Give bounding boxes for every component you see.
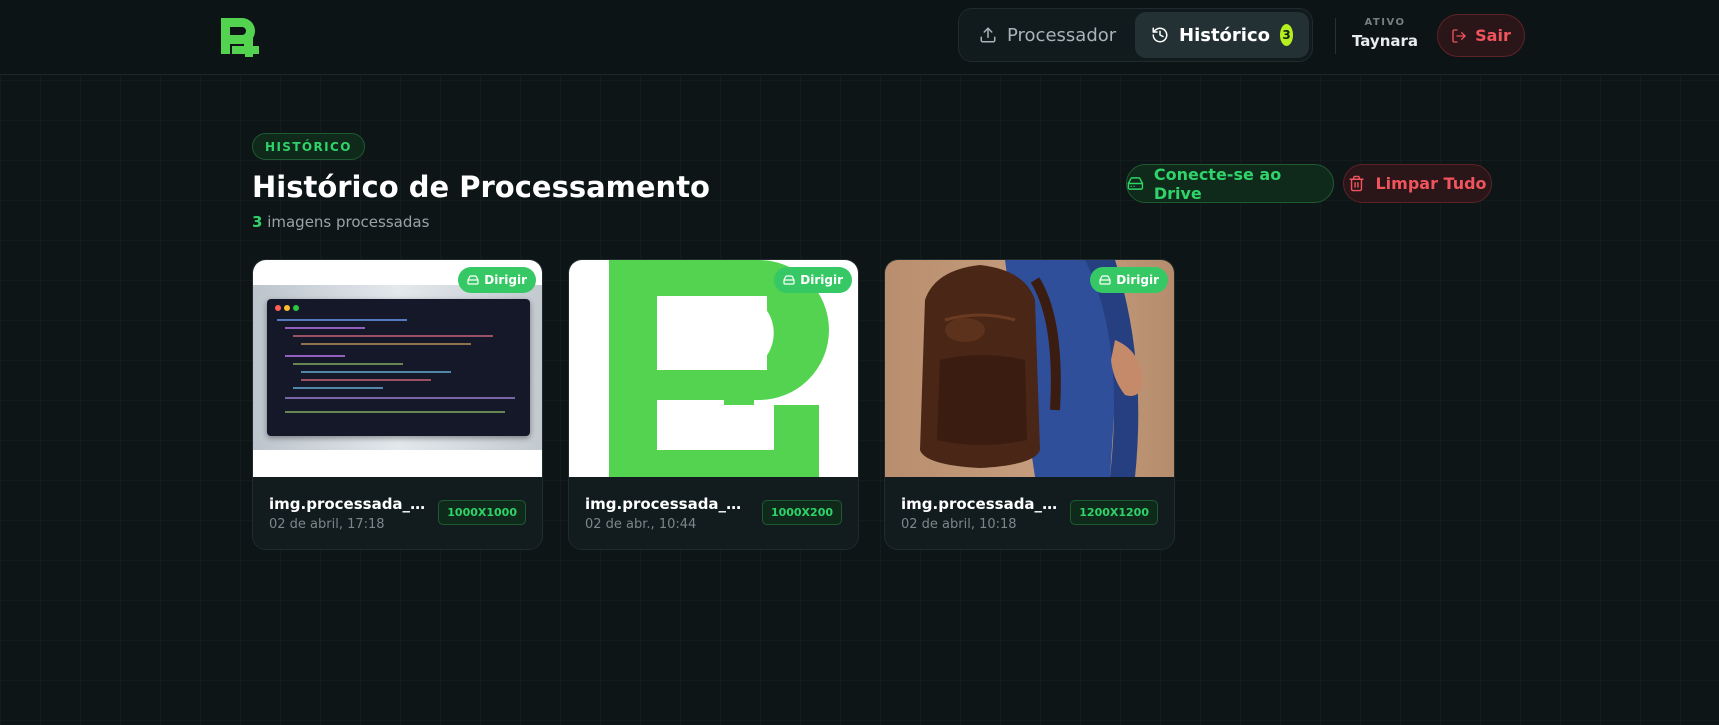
user-name: Taynara: [1351, 32, 1419, 50]
processed-count-number: 3: [252, 213, 263, 231]
connect-drive-label: Conecte-se ao Drive: [1153, 164, 1282, 203]
history-count-badge: 3: [1280, 24, 1293, 46]
drive-upload-label: Dirigir: [484, 273, 527, 287]
tab-processador-label: Processador: [1007, 24, 1117, 46]
user-info: ATIVO Taynara: [1350, 17, 1420, 50]
card-date: 02 de abril, 17:18: [269, 517, 385, 532]
card-thumbnail-code-screenshot[interactable]: Dirigir: [253, 260, 542, 477]
history-card[interactable]: Dirigir img.processada_imagem_logo.png 0…: [568, 259, 859, 550]
card-date: 02 de abril, 10:18: [901, 517, 1017, 532]
processed-count: 3 imagens processadas: [252, 213, 429, 231]
card-filename: img.processada_Danfe_mochila.png: [901, 495, 1061, 513]
page-title: Histórico de Processamento: [252, 170, 710, 204]
section-tag: HISTÓRICO: [252, 133, 365, 160]
logout-button[interactable]: Sair: [1437, 14, 1525, 57]
history-card[interactable]: Dirigir img.processada_IMG_code_screensh…: [252, 259, 543, 550]
drive-upload-button[interactable]: Dirigir: [1090, 267, 1168, 293]
clear-all-button[interactable]: Limpar Tudo: [1343, 164, 1492, 203]
processed-count-text: imagens processadas: [262, 213, 430, 231]
logout-icon: [1452, 28, 1466, 43]
logout-label: Sair: [1475, 26, 1511, 45]
card-thumbnail-green-logo[interactable]: Dirigir: [569, 260, 858, 477]
card-filename: img.processada_IMG_code_screenshot.png: [269, 495, 429, 513]
drive-upload-button[interactable]: Dirigir: [774, 267, 852, 293]
upload-icon: [980, 27, 996, 43]
hard-drive-icon: [467, 275, 479, 285]
clear-all-label: Limpar Tudo: [1375, 174, 1487, 193]
tab-historico[interactable]: Histórico 3: [1135, 12, 1309, 58]
tab-historico-label: Histórico: [1179, 24, 1271, 46]
history-card[interactable]: Dirigir img.processada_Danfe_mochila.png…: [884, 259, 1175, 550]
hard-drive-icon: [1099, 275, 1111, 285]
resolution-badge: 1200X1200: [1070, 500, 1158, 525]
card-date: 02 de abr., 10:44: [585, 517, 697, 532]
history-icon: [1152, 27, 1168, 43]
resolution-badge: 1000X1000: [438, 500, 526, 525]
card-thumbnail-leather-backpack[interactable]: Dirigir: [885, 260, 1174, 477]
connect-drive-button[interactable]: Conecte-se ao Drive: [1126, 164, 1334, 203]
main-nav: Processador Histórico 3: [958, 8, 1313, 62]
drive-upload-button[interactable]: Dirigir: [458, 267, 536, 293]
top-header: Processador Histórico 3 ATIVO Taynara Sa…: [0, 0, 1719, 75]
tab-processador[interactable]: Processador: [963, 12, 1135, 58]
resolution-badge: 1000X200: [761, 500, 842, 525]
hard-drive-icon: [1127, 177, 1144, 190]
trash-icon: [1349, 175, 1365, 192]
drive-upload-label: Dirigir: [1116, 273, 1159, 287]
user-status-label: ATIVO: [1364, 17, 1406, 28]
card-filename: img.processada_imagem_logo.png: [585, 495, 745, 513]
brand-logo[interactable]: [218, 15, 260, 57]
header-divider: [1335, 18, 1336, 54]
drive-upload-label: Dirigir: [800, 273, 843, 287]
hard-drive-icon: [783, 275, 795, 285]
